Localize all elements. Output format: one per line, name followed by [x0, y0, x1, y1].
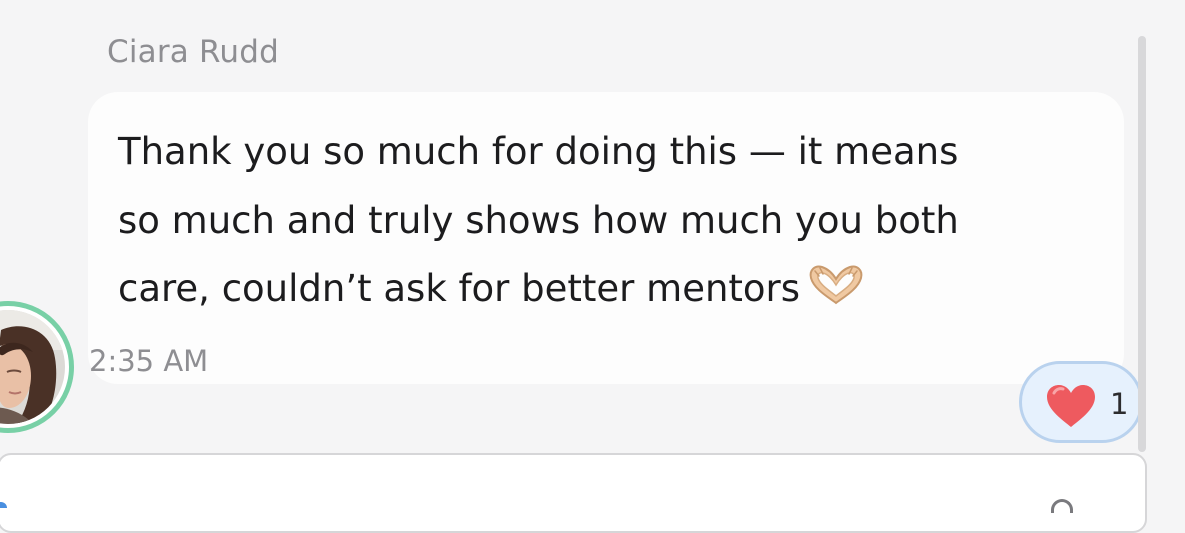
heart-reaction-button[interactable]: 1 — [1019, 361, 1143, 443]
message-timestamp: 2:35 AM — [89, 344, 209, 378]
heart-icon — [1044, 383, 1098, 429]
avatar[interactable] — [0, 301, 74, 433]
composer-cursor-icon — [0, 502, 7, 508]
message-body: Thank you so much for doing this — it me… — [118, 118, 1113, 324]
scrollbar[interactable] — [1138, 36, 1146, 452]
heart-hands-icon — [806, 259, 866, 305]
reaction-count: 1 — [1110, 387, 1129, 421]
emoji-icon[interactable] — [1051, 499, 1073, 513]
sender-name: Ciara Rudd — [107, 34, 280, 70]
message-composer[interactable] — [0, 453, 1147, 533]
avatar-photo — [0, 310, 65, 424]
